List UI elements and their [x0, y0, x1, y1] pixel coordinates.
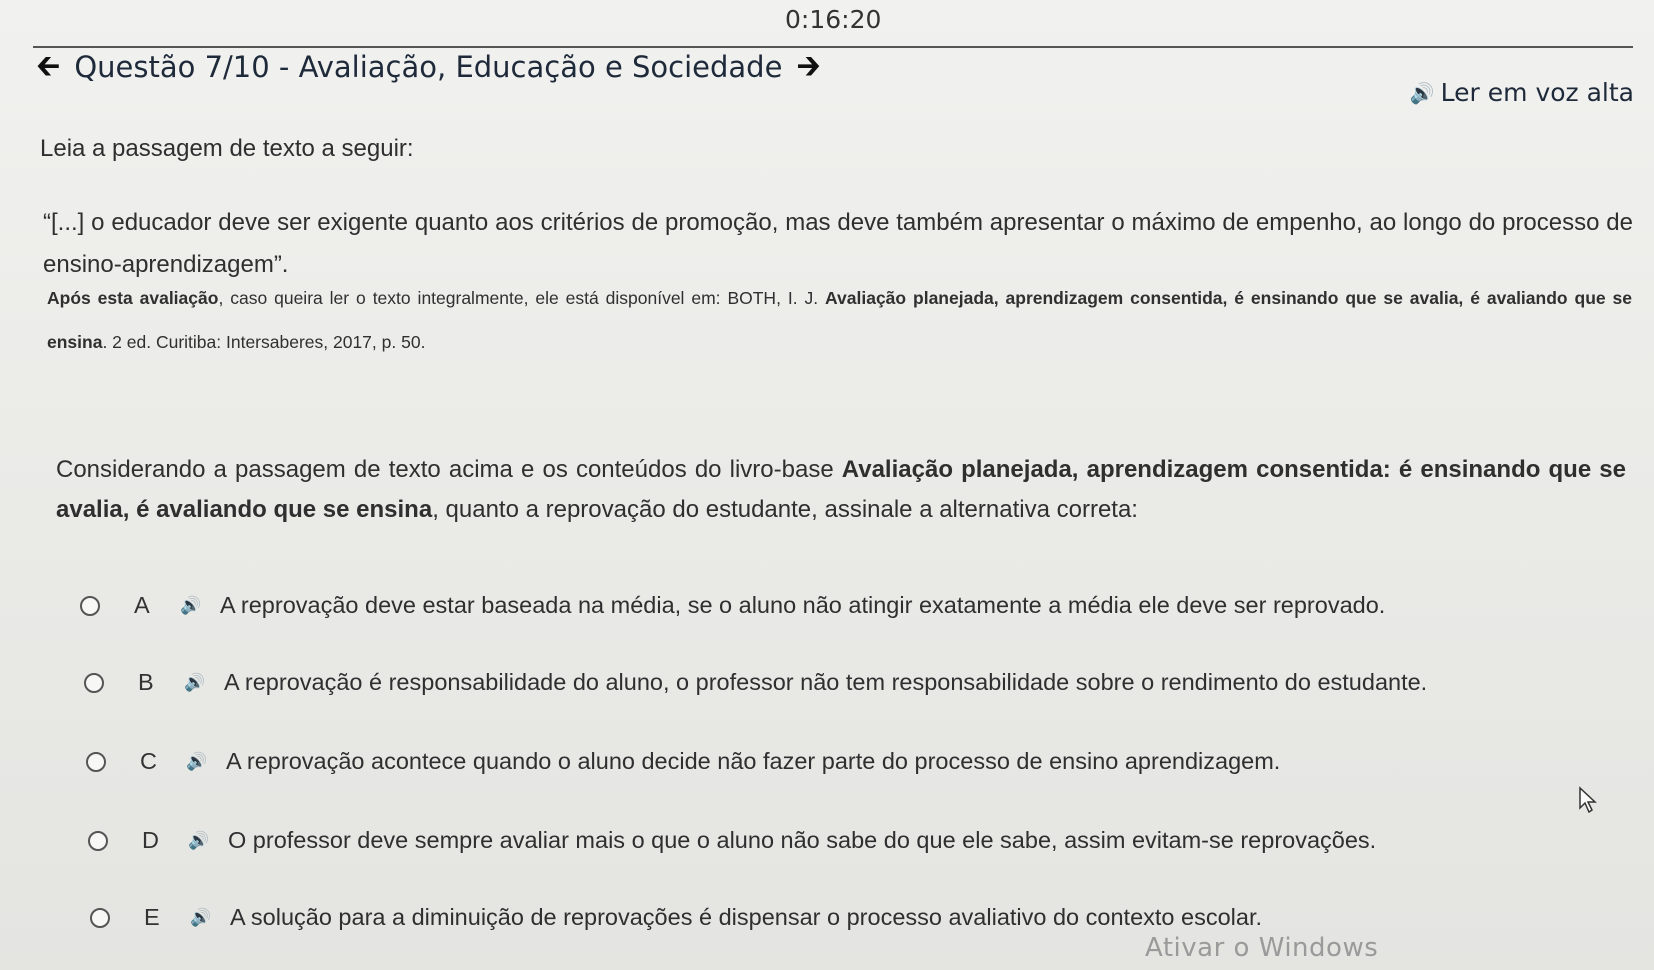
question-header: 🡰 Questão 7/10 - Avaliação, Educação e S…: [36, 50, 821, 84]
option-a-text: A reprovação deve estar baseada na média…: [220, 592, 1386, 618]
speaker-icon[interactable]: 🔊: [184, 673, 224, 693]
option-a[interactable]: A 🔊 A reprovação deve estar baseada na m…: [80, 592, 1385, 619]
reference-text: Após esta avaliação, caso queira ler o t…: [47, 276, 1632, 364]
option-e[interactable]: E 🔊 A solução para a diminuição de repro…: [90, 904, 1262, 931]
option-d-letter: D: [142, 827, 159, 853]
speaker-icon[interactable]: 🔊: [188, 831, 228, 851]
option-e-radio[interactable]: [90, 907, 110, 928]
reference-tail: . 2 ed. Curitiba: Intersaberes, 2017, p.…: [102, 332, 426, 352]
option-b[interactable]: B 🔊 A reprovação é responsabilidade do a…: [84, 669, 1427, 696]
option-c[interactable]: C 🔊 A reprovação acontece quando o aluno…: [86, 748, 1280, 775]
exam-timer: 0:16:20: [785, 5, 882, 34]
option-d[interactable]: D 🔊 O professor deve sempre avaliar mais…: [88, 827, 1376, 854]
speaker-icon[interactable]: 🔊: [190, 908, 230, 928]
arrow-right-icon[interactable]: 🡲: [796, 52, 820, 82]
option-c-text: A reprovação acontece quando o aluno dec…: [226, 748, 1281, 774]
arrow-left-icon[interactable]: 🡰: [36, 52, 60, 82]
prompt-tail: , quanto a reprovação do estudante, assi…: [432, 496, 1138, 523]
option-c-radio[interactable]: [86, 751, 106, 772]
option-d-text: O professor deve sempre avaliar mais o q…: [228, 827, 1377, 853]
header-divider: [33, 46, 1633, 48]
mouse-cursor-icon: [1579, 786, 1597, 814]
speaker-icon[interactable]: 🔊: [186, 752, 226, 772]
question-prompt: Considerando a passagem de texto acima e…: [56, 450, 1626, 530]
option-b-radio[interactable]: [84, 672, 104, 693]
option-a-letter: A: [134, 592, 150, 618]
option-b-letter: B: [138, 669, 154, 695]
option-b-text: A reprovação é responsabilidade do aluno…: [224, 669, 1428, 695]
windows-activation-watermark: Ativar o Windows: [1145, 933, 1379, 963]
quote-text: “[...] o educador deve ser exigente quan…: [43, 209, 1633, 278]
reference-lead: Após esta avaliação: [47, 288, 219, 308]
prompt-lead: Considerando a passagem de texto acima e…: [56, 456, 842, 483]
option-a-radio[interactable]: [80, 595, 100, 616]
question-title: Questão 7/10 - Avaliação, Educação e Soc…: [74, 50, 783, 84]
read-aloud-label: Ler em voz alta: [1440, 78, 1634, 107]
speaker-icon[interactable]: 🔊: [180, 596, 220, 616]
speaker-icon: 🔊: [1409, 80, 1435, 105]
option-c-letter: C: [140, 748, 157, 774]
option-e-text: A solução para a diminuição de reprovaçõ…: [230, 904, 1263, 930]
option-d-radio[interactable]: [88, 830, 108, 851]
read-aloud-button[interactable]: 🔊 Ler em voz alta: [1410, 78, 1634, 107]
intro-text: Leia a passagem de texto a seguir:: [40, 135, 414, 162]
option-e-letter: E: [144, 904, 160, 930]
reference-middle: , caso queira ler o texto integralmente,…: [218, 288, 826, 308]
